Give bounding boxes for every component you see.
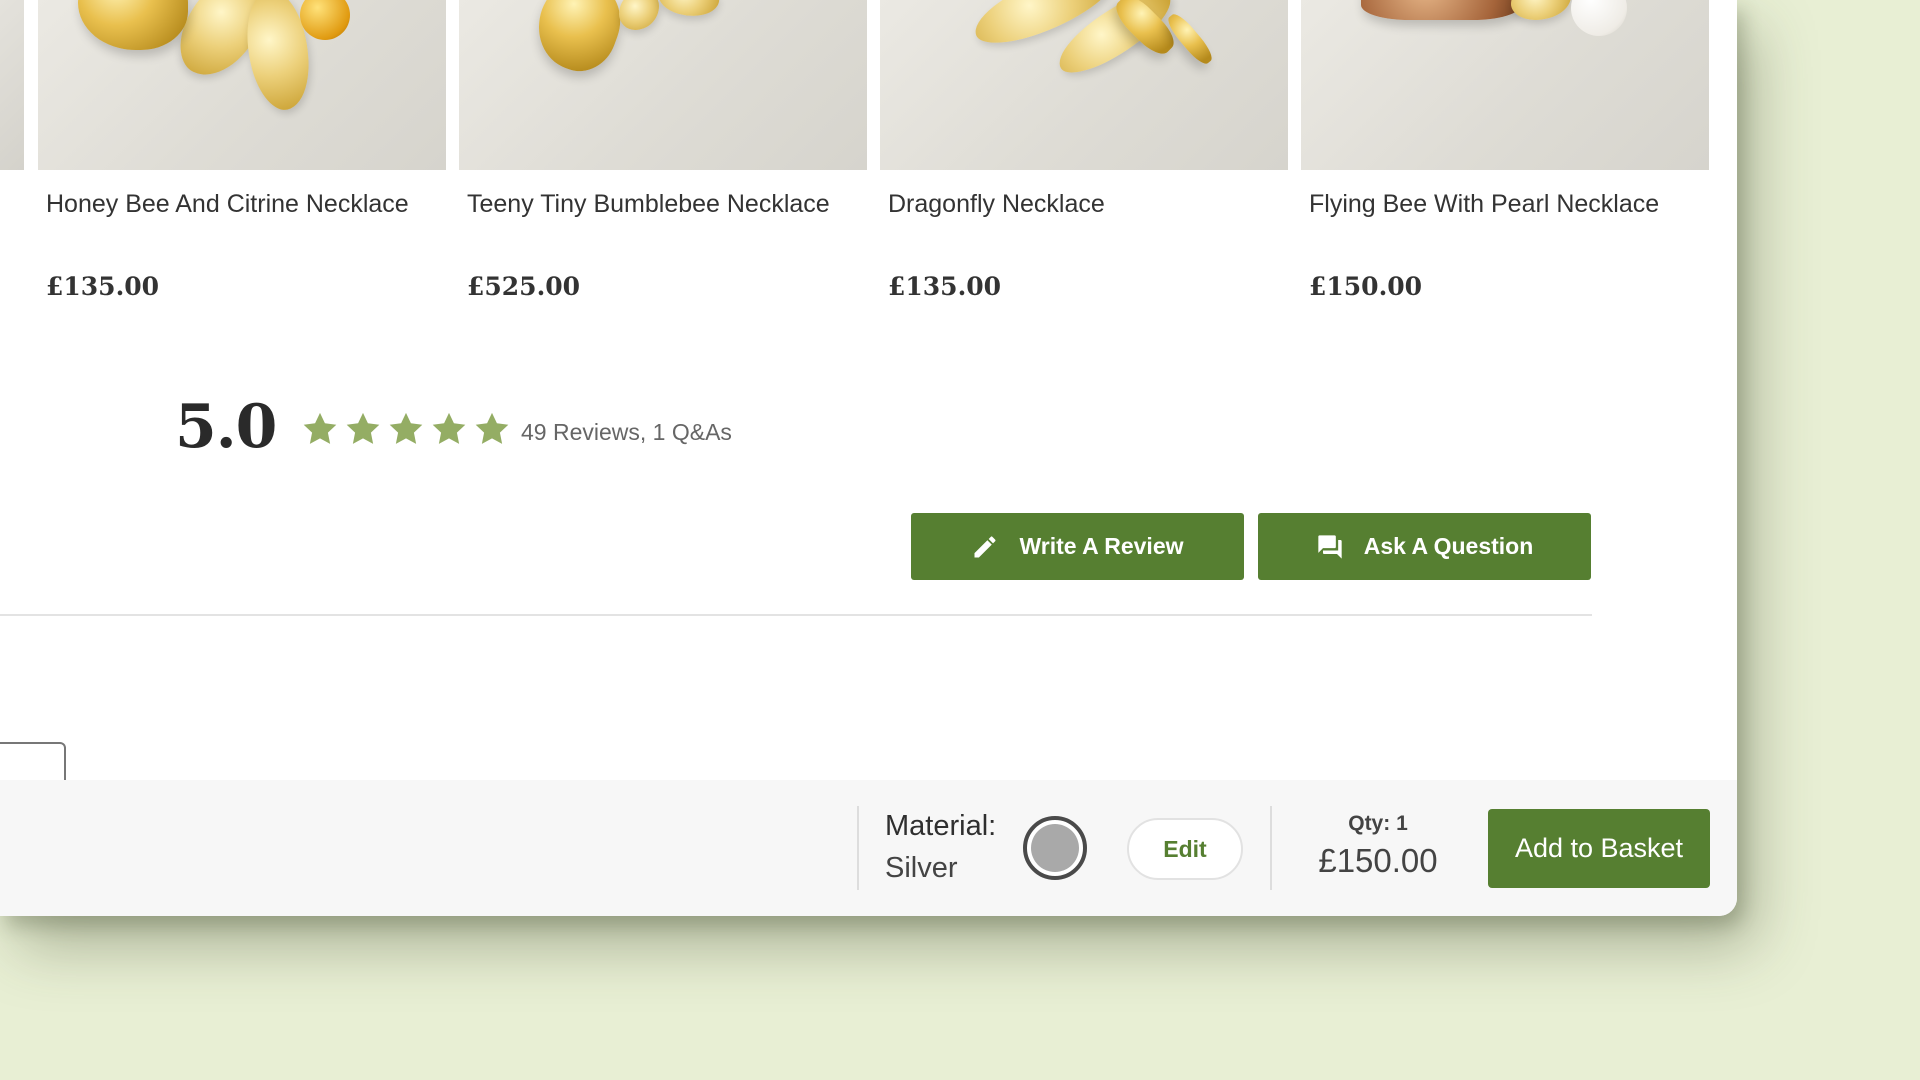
product-price: £135.00 — [888, 272, 1002, 301]
product-name[interactable]: Honey Bee And Citrine Necklace — [46, 190, 409, 219]
product-card[interactable]: Teeny Tiny Bumblebee Necklace £525.00 — [459, 0, 867, 301]
product-price: £135.00 — [46, 272, 160, 301]
product-price: £150.00 — [1309, 272, 1423, 301]
browser-window: Honey Bee And Citrine Necklace £135.00 T… — [0, 0, 1737, 916]
section-divider — [0, 614, 1592, 616]
ask-question-button[interactable]: Ask A Question — [1258, 513, 1591, 580]
star-icon — [344, 410, 382, 448]
write-review-label: Write A Review — [1019, 533, 1184, 559]
material-swatch[interactable] — [1023, 816, 1087, 880]
product-name[interactable]: Flying Bee With Pearl Necklace — [1309, 190, 1659, 219]
product-image-partial[interactable] — [0, 0, 24, 170]
product-card[interactable]: Honey Bee And Citrine Necklace £135.00 — [38, 0, 446, 301]
bar-price: £150.00 — [1318, 842, 1438, 879]
write-review-button[interactable]: Write A Review — [911, 513, 1244, 580]
pencil-icon — [971, 533, 999, 561]
material-value: Silver — [885, 852, 958, 884]
product-image[interactable] — [459, 0, 867, 170]
product-image[interactable] — [1301, 0, 1709, 170]
rating-stars — [301, 410, 511, 448]
add-to-basket-button[interactable]: Add to Basket — [1488, 809, 1710, 888]
quantity-label: Qty: 1 — [1348, 812, 1408, 835]
product-name[interactable]: Dragonfly Necklace — [888, 190, 1105, 219]
star-icon — [387, 410, 425, 448]
product-image[interactable] — [38, 0, 446, 170]
star-icon — [301, 410, 339, 448]
bar-divider — [857, 806, 859, 890]
product-price: £525.00 — [467, 272, 581, 301]
product-card[interactable]: Flying Bee With Pearl Necklace £150.00 — [1301, 0, 1709, 301]
ask-question-label: Ask A Question — [1363, 533, 1534, 559]
star-icon — [430, 410, 468, 448]
product-name[interactable]: Teeny Tiny Bumblebee Necklace — [467, 190, 830, 219]
edit-button[interactable]: Edit — [1127, 818, 1243, 880]
product-card[interactable]: Dragonfly Necklace £135.00 — [880, 0, 1288, 301]
review-count[interactable]: 49 Reviews, 1 Q&As — [521, 419, 732, 446]
star-icon — [473, 410, 511, 448]
product-image[interactable] — [880, 0, 1288, 170]
chat-bubbles-icon — [1316, 533, 1344, 561]
average-rating: 5.0 — [175, 392, 277, 462]
bar-divider — [1270, 806, 1272, 890]
material-label: Material: — [885, 810, 997, 842]
